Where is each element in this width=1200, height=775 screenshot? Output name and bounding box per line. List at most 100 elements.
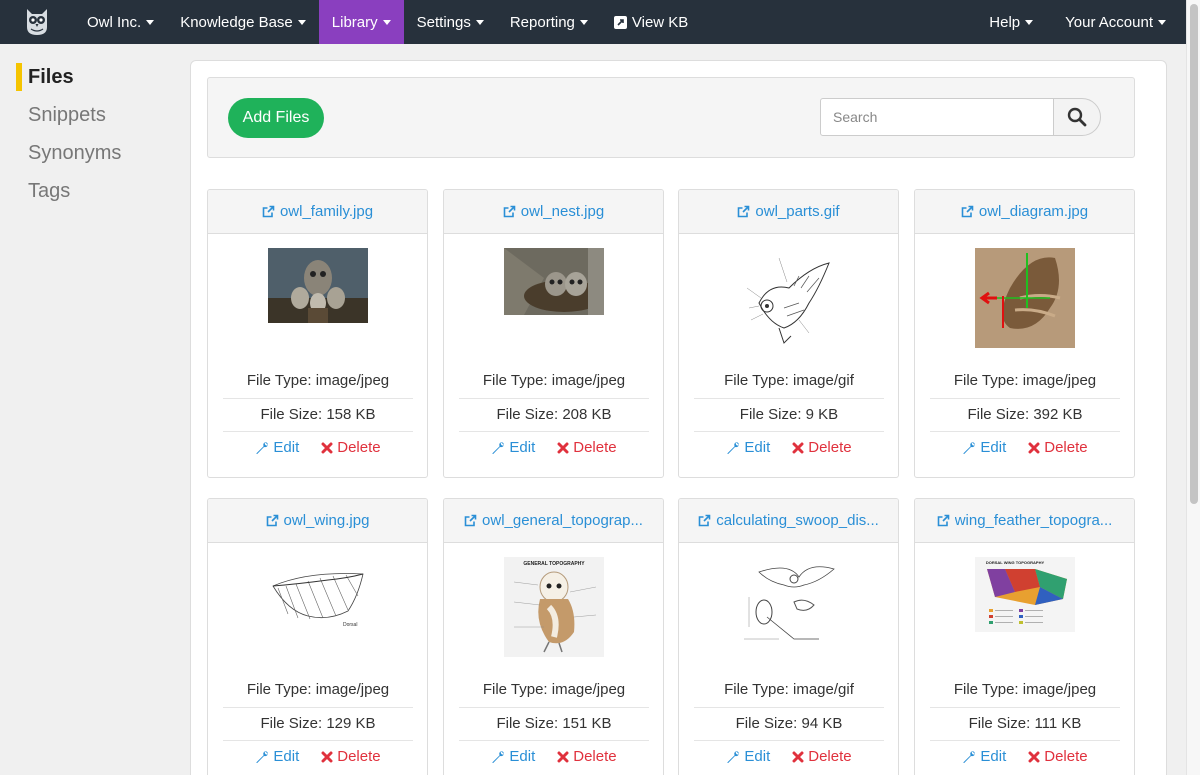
delete-label: Delete (808, 748, 852, 765)
nav-reporting[interactable]: Reporting (497, 0, 601, 44)
nav-knowledge-base[interactable]: Knowledge Base (167, 0, 319, 44)
sidebar-item-snippets[interactable]: Snippets (0, 98, 180, 136)
file-actions: Edit Delete (459, 431, 649, 463)
file-thumbnail[interactable]: Dorsal (267, 566, 368, 632)
edit-button[interactable]: Edit (962, 439, 1006, 456)
file-size-label: File Size: (260, 715, 327, 732)
file-name-link[interactable]: owl_diagram.jpg (915, 190, 1134, 234)
wrench-icon (256, 750, 269, 763)
edit-button[interactable]: Edit (255, 439, 299, 456)
delete-button[interactable]: Delete (557, 439, 617, 456)
file-thumbnail[interactable] (738, 557, 839, 647)
file-thumbnail[interactable] (974, 248, 1075, 348)
wrench-icon (963, 441, 976, 454)
file-type-value: image/jpeg (1022, 372, 1097, 389)
file-name-link[interactable]: owl_wing.jpg (208, 499, 427, 543)
file-size-label: File Size: (260, 406, 327, 423)
delete-button[interactable]: Delete (792, 439, 852, 456)
sidebar-item-tags[interactable]: Tags (0, 174, 180, 212)
file-name-link[interactable]: owl_family.jpg (208, 190, 427, 234)
search-button[interactable] (1053, 98, 1101, 136)
nav-your-account[interactable]: Your Account (1053, 0, 1186, 44)
nav-label: Knowledge Base (180, 13, 293, 31)
delete-x-icon (557, 751, 569, 762)
external-link-icon (937, 514, 949, 527)
file-type-label: File Type: (482, 681, 552, 698)
file-type-label: File Type: (482, 372, 552, 389)
delete-button[interactable]: Delete (792, 748, 852, 765)
svg-text:GENERAL TOPOGRAPHY: GENERAL TOPOGRAPHY (523, 561, 585, 567)
scrollbar-thumb[interactable] (1190, 4, 1198, 504)
file-thumbnail[interactable]: DORSAL WING TOPOGRAPHY (974, 557, 1075, 632)
page-scrollbar[interactable] (1186, 0, 1200, 775)
delete-button[interactable]: Delete (1028, 439, 1088, 456)
file-type: File Type: image/jpeg (223, 674, 413, 706)
external-link-icon (613, 15, 627, 29)
edit-button[interactable]: Edit (726, 439, 770, 456)
file-type-value: image/jpeg (315, 681, 390, 698)
nav-label: View KB (631, 13, 689, 31)
external-link-icon (266, 514, 278, 527)
delete-label: Delete (573, 748, 617, 765)
files-panel: Add Files owl_family.jpg File Type: image… (190, 60, 1167, 775)
file-name-link[interactable]: owl_general_topograp... (444, 499, 663, 543)
file-name-link[interactable]: wing_feather_topogra... (915, 499, 1134, 543)
file-name-link[interactable]: owl_nest.jpg (444, 190, 663, 234)
file-type-label: File Type: (724, 681, 794, 698)
file-actions: Edit Delete (930, 431, 1120, 463)
edit-button[interactable]: Edit (726, 748, 770, 765)
file-name: owl_general_topograp... (482, 512, 643, 529)
file-size-label: File Size: (496, 406, 563, 423)
file-thumbnail[interactable] (503, 248, 604, 315)
edit-button[interactable]: Edit (255, 748, 299, 765)
nav-settings[interactable]: Settings (404, 0, 497, 44)
add-files-button[interactable]: Add Files (228, 98, 324, 138)
file-size: File Size: 94 KB (694, 707, 884, 739)
nav-owl-inc[interactable]: Owl Inc. (74, 0, 167, 44)
svg-text:DORSAL WING TOPOGRAPHY: DORSAL WING TOPOGRAPHY (985, 560, 1044, 565)
sidebar-item-synonyms[interactable]: Synonyms (0, 136, 180, 174)
edit-button[interactable]: Edit (491, 439, 535, 456)
edit-label: Edit (980, 748, 1007, 765)
nav-view-kb[interactable]: View KB (601, 0, 701, 44)
file-name: owl_nest.jpg (520, 203, 605, 220)
file-size-label: File Size: (739, 406, 806, 423)
file-thumbnail[interactable]: GENERAL TOPOGRAPHY (503, 557, 604, 657)
file-size: File Size: 392 KB (930, 398, 1120, 430)
delete-label: Delete (337, 439, 381, 456)
nav-library[interactable]: Library (318, 0, 404, 44)
sidebar-item-files[interactable]: Files (0, 60, 180, 98)
file-thumbnail[interactable] (267, 248, 368, 323)
delete-button[interactable]: Delete (321, 439, 381, 456)
nav-label: Help (989, 13, 1021, 31)
caret-down-icon (146, 19, 155, 25)
owl-logo-icon[interactable] (0, 0, 74, 44)
edit-button[interactable]: Edit (962, 748, 1006, 765)
file-thumbnail[interactable] (738, 248, 839, 348)
edit-button[interactable]: Edit (491, 748, 535, 765)
file-size-label: File Size: (735, 715, 802, 732)
file-type-label: File Type: (953, 372, 1023, 389)
file-name-link[interactable]: owl_parts.gif (679, 190, 898, 234)
file-size: File Size: 208 KB (459, 398, 649, 430)
external-link-icon (738, 205, 750, 218)
edit-label: Edit (744, 748, 771, 765)
delete-x-icon (557, 442, 569, 453)
nav-help[interactable]: Help (969, 0, 1053, 44)
file-size: File Size: 158 KB (223, 398, 413, 430)
wrench-icon (727, 750, 740, 763)
delete-x-icon (321, 751, 333, 762)
delete-button[interactable]: Delete (1028, 748, 1088, 765)
file-type: File Type: image/jpeg (223, 365, 413, 397)
delete-x-icon (792, 751, 804, 762)
delete-button[interactable]: Delete (557, 748, 617, 765)
edit-label: Edit (509, 439, 536, 456)
nav-label: Settings (416, 13, 471, 31)
file-name-link[interactable]: calculating_swoop_dis... (679, 499, 898, 543)
delete-label: Delete (808, 439, 852, 456)
delete-button[interactable]: Delete (321, 748, 381, 765)
file-size-value: 392 KB (1033, 406, 1083, 423)
file-size-value: 9 KB (805, 406, 839, 423)
search-input[interactable] (820, 98, 1054, 136)
delete-label: Delete (573, 439, 617, 456)
